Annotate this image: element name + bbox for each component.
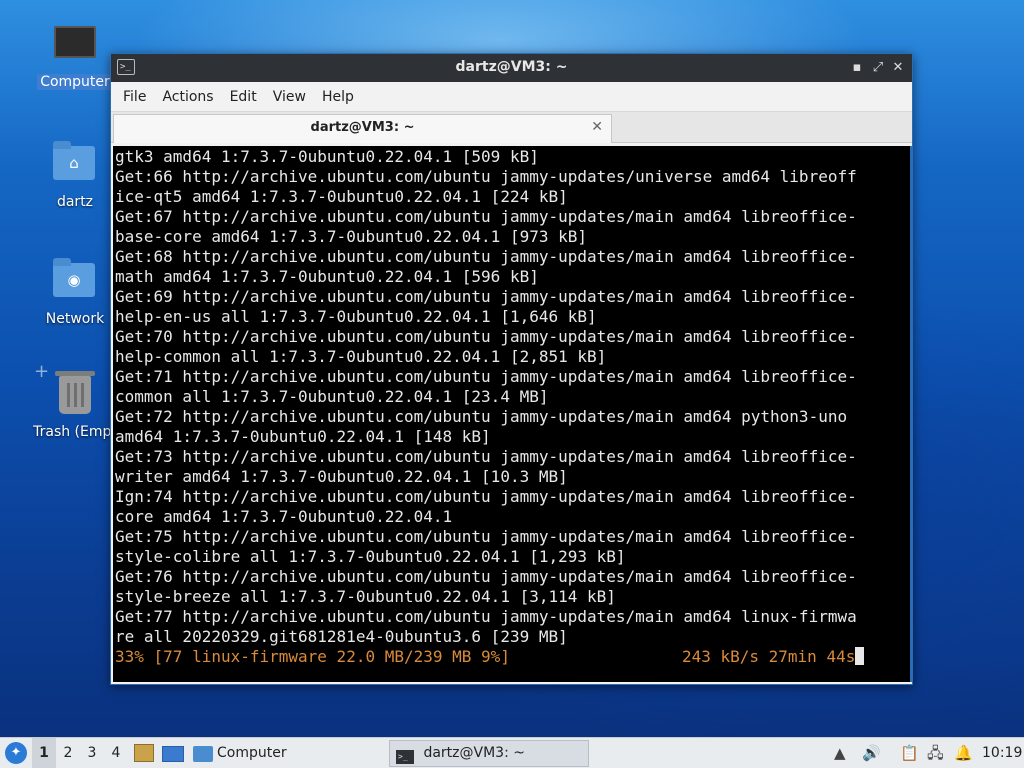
terminal-icon: >_ <box>396 750 414 764</box>
desktop-icon-network[interactable]: ◉ Network <box>27 257 123 327</box>
terminal-line: Get:70 http://archive.ubuntu.com/ubuntu … <box>115 327 857 346</box>
terminal-line: writer amd64 1:7.3.7-0ubuntu0.22.04.1 [1… <box>115 467 568 486</box>
close-button[interactable]: ✕ <box>889 58 907 78</box>
terminal-line: Get:77 http://archive.ubuntu.com/ubuntu … <box>115 607 857 626</box>
task-label: dartz@VM3: ~ <box>423 745 525 761</box>
menu-file[interactable]: File <box>115 82 154 112</box>
folder-icon <box>193 746 213 762</box>
menu-view[interactable]: View <box>265 82 314 112</box>
desktop-icon-computer[interactable]: Computer <box>27 22 123 90</box>
notification-icon[interactable]: 🔔 <box>954 738 973 768</box>
progress-status-line: 33% [77 linux-firmware 22.0 MB/239 MB 9%… <box>115 647 910 667</box>
desktop-icon-label: Trash (Empt <box>33 424 117 440</box>
terminal-line: ice-qt5 amd64 1:7.3.7-0ubuntu0.22.04.1 [… <box>115 187 568 206</box>
quicklaunch-label: Computer <box>217 745 287 761</box>
window-title: dartz@VM3: ~ <box>455 59 568 75</box>
desktop-icon-label: Network <box>45 311 105 327</box>
terminal-line: Get:73 http://archive.ubuntu.com/ubuntu … <box>115 447 857 466</box>
terminal-line: Get:69 http://archive.ubuntu.com/ubuntu … <box>115 287 857 306</box>
network-icon[interactable]: 🖧 <box>927 738 944 768</box>
terminal-window: >_ dartz@VM3: ~ ▪ ⤢ ✕ File Actions Edit … <box>110 53 913 685</box>
menu-actions[interactable]: Actions <box>154 82 221 112</box>
desktop-icon <box>134 744 154 762</box>
terminal-line: Get:72 http://archive.ubuntu.com/ubuntu … <box>115 407 848 426</box>
tab-title: dartz@VM3: ~ <box>310 120 415 135</box>
terminal-line: style-breeze all 1:7.3.7-0ubuntu0.22.04.… <box>115 587 616 606</box>
show-desktop-button[interactable] <box>134 738 154 768</box>
home-folder-icon: ⌂ <box>53 141 97 190</box>
window-icon <box>162 746 184 762</box>
terminal-line: Get:66 http://archive.ubuntu.com/ubuntu … <box>115 167 857 186</box>
terminal-line: Get:75 http://archive.ubuntu.com/ubuntu … <box>115 527 857 546</box>
lubuntu-logo-icon: ✦ <box>5 742 27 764</box>
clipboard-icon[interactable]: 📋 <box>900 738 919 768</box>
workspace-4[interactable]: 4 <box>104 738 128 768</box>
terminal-line: re all 20220329.git681281e4-0ubuntu3.6 [… <box>115 627 568 646</box>
window-titlebar[interactable]: >_ dartz@VM3: ~ ▪ ⤢ ✕ <box>111 54 912 82</box>
tab-terminal[interactable]: dartz@VM3: ~ ✕ <box>113 114 612 143</box>
terminal-line: Get:67 http://archive.ubuntu.com/ubuntu … <box>115 207 857 226</box>
computer-icon <box>53 26 97 70</box>
desktop-icon-label: dartz <box>56 194 94 210</box>
volume-icon[interactable]: 🔊 <box>862 738 881 768</box>
progress-status-left: 33% [77 linux-firmware 22.0 MB/239 MB 9%… <box>115 647 510 666</box>
tab-close-icon[interactable]: ✕ <box>591 119 603 135</box>
workspace-1[interactable]: 1 <box>32 738 56 768</box>
quicklaunch-window-icon[interactable] <box>162 738 184 768</box>
trash-icon <box>53 371 97 420</box>
terminal-line: help-common all 1:7.3.7-0ubuntu0.22.04.1… <box>115 347 607 366</box>
terminal-line: base-core amd64 1:7.3.7-0ubuntu0.22.04.1… <box>115 227 588 246</box>
progress-status-right: 243 kB/s 27min 44s <box>681 647 856 666</box>
terminal-line: style-colibre all 1:7.3.7-0ubuntu0.22.04… <box>115 547 626 566</box>
terminal-line: help-en-us all 1:7.3.7-0ubuntu0.22.04.1 … <box>115 307 597 326</box>
workspace-2[interactable]: 2 <box>56 738 80 768</box>
network-folder-icon: ◉ <box>53 258 97 307</box>
desktop-icon-home[interactable]: ⌂ dartz <box>27 140 123 210</box>
taskbar: ✦ 1 2 3 4 Computer >_ dartz@VM3: ~ ▲ 🔊 📋… <box>0 737 1024 768</box>
maximize-button[interactable]: ⤢ <box>869 58 887 78</box>
terminal-line: math amd64 1:7.3.7-0ubuntu0.22.04.1 [596… <box>115 267 539 286</box>
minimize-button[interactable]: ▪ <box>848 58 866 78</box>
terminal-line: gtk3 amd64 1:7.3.7-0ubuntu0.22.04.1 [509… <box>115 147 539 166</box>
terminal-line: amd64 1:7.3.7-0ubuntu0.22.04.1 [148 kB] <box>115 427 491 446</box>
terminal-line: Get:76 http://archive.ubuntu.com/ubuntu … <box>115 567 857 586</box>
start-menu-button[interactable]: ✦ <box>5 738 27 768</box>
menu-help[interactable]: Help <box>314 82 362 112</box>
menubar: File Actions Edit View Help <box>111 82 912 112</box>
clock[interactable]: 10:19 <box>982 738 1022 768</box>
quicklaunch-computer[interactable]: Computer <box>193 738 287 768</box>
terminal-line: common all 1:7.3.7-0ubuntu0.22.04.1 [23.… <box>115 387 549 406</box>
terminal-output[interactable]: gtk3 amd64 1:7.3.7-0ubuntu0.22.04.1 [509… <box>113 146 910 682</box>
terminal-scrollbar[interactable] <box>910 146 912 682</box>
tray-updates-icon[interactable]: ▲ <box>834 738 846 768</box>
terminal-line: core amd64 1:7.3.7-0ubuntu0.22.04.1 <box>115 507 453 526</box>
terminal-line: Get:71 http://archive.ubuntu.com/ubuntu … <box>115 367 857 386</box>
desktop-icon-trash[interactable]: Trash (Empt <box>27 371 123 440</box>
tab-bar: dartz@VM3: ~ ✕ <box>111 112 912 143</box>
task-terminal[interactable]: >_ dartz@VM3: ~ <box>389 740 589 767</box>
workspace-3[interactable]: 3 <box>80 738 104 768</box>
terminal-cursor <box>855 647 865 665</box>
terminal-line: Get:68 http://archive.ubuntu.com/ubuntu … <box>115 247 857 266</box>
terminal-line: Ign:74 http://archive.ubuntu.com/ubuntu … <box>115 487 857 506</box>
menu-edit[interactable]: Edit <box>222 82 265 112</box>
desktop-icon-label: Computer <box>37 74 113 90</box>
